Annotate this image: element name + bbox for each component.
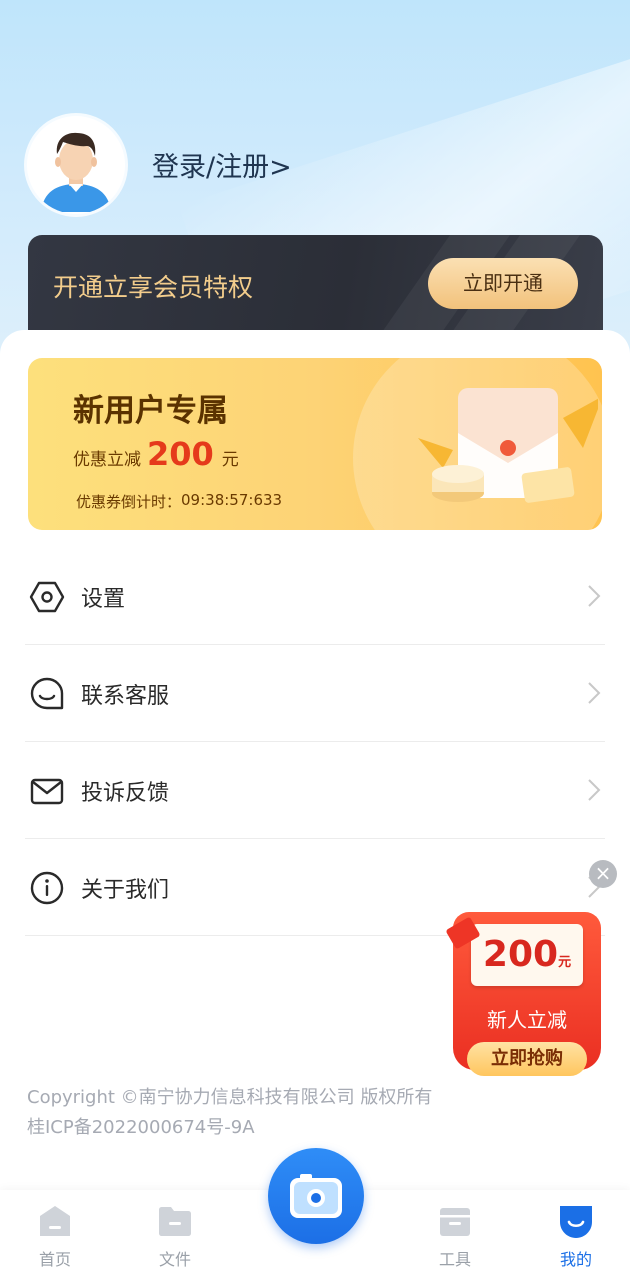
profile-icon xyxy=(560,1206,592,1238)
tab-tools[interactable]: 工具 xyxy=(415,1190,495,1280)
new-user-coupon-card[interactable]: 新用户专属 优惠立减 200 元 优惠券倒计时： 09:38:57:633 xyxy=(28,358,602,530)
coupon-sub-prefix: 优惠立减 xyxy=(73,450,141,470)
login-register-link[interactable]: 登录/注册> xyxy=(152,145,292,184)
copyright-text: Copyright ©南宁协力信息科技有限公司 版权所有 xyxy=(27,1087,433,1108)
coupon-title: 新用户专属 xyxy=(73,393,228,429)
camera-icon xyxy=(290,1174,342,1218)
chat-icon xyxy=(30,677,64,710)
menu-label-settings: 设置 xyxy=(81,587,126,612)
promo-buy-button[interactable]: 立即抢购 xyxy=(467,1042,587,1076)
countdown-value: 09:38:57:633 xyxy=(181,491,283,509)
countdown-label: 优惠券倒计时： xyxy=(76,493,182,511)
folder-icon xyxy=(159,1207,191,1236)
coupon-discount: 优惠立减 200 元 xyxy=(73,435,239,475)
chevron-right-icon xyxy=(588,779,601,801)
tab-home[interactable]: 首页 xyxy=(15,1190,95,1280)
camera-scan-button[interactable] xyxy=(268,1148,364,1244)
info-icon xyxy=(30,871,64,905)
promo-amount-unit: 元 xyxy=(558,955,572,970)
tab-label-files: 文件 xyxy=(158,1250,191,1269)
vip-banner[interactable]: 开通立享会员特权 立即开通 xyxy=(28,235,603,345)
promo-title: 新人立减 xyxy=(487,1008,567,1032)
menu-label-about: 关于我们 xyxy=(81,878,170,903)
menu-item-feedback[interactable]: 投诉反馈 xyxy=(25,742,605,839)
home-icon xyxy=(40,1206,70,1236)
promo-close-button[interactable]: × xyxy=(589,860,617,888)
menu-item-settings[interactable]: 设置 xyxy=(25,548,605,645)
coupon-amount: 200 xyxy=(147,435,214,473)
menu-label-customer-service: 联系客服 xyxy=(81,684,170,709)
icp-number[interactable]: 桂ICP备2022000674号-9A xyxy=(27,1113,432,1143)
promo-amount: 200元 xyxy=(483,934,571,975)
tab-profile[interactable]: 我的 xyxy=(536,1190,616,1280)
floating-promo: × 200元 新人立减 立即抢购 xyxy=(445,860,620,1080)
chevron-right-icon xyxy=(588,682,601,704)
chevron-right-icon xyxy=(588,585,601,607)
tab-files[interactable]: 文件 xyxy=(135,1190,215,1280)
tab-label-home: 首页 xyxy=(38,1250,71,1269)
toolbox-icon xyxy=(440,1208,470,1236)
menu-item-customer-service[interactable]: 联系客服 xyxy=(25,645,605,742)
settings-icon xyxy=(29,581,65,613)
tab-label-tools: 工具 xyxy=(438,1250,471,1269)
vip-promo-text: 开通立享会员特权 xyxy=(53,273,254,302)
vip-open-button[interactable]: 立即开通 xyxy=(428,258,578,309)
promo-amount-value: 200 xyxy=(482,934,559,975)
promo-amount-card: 200元 xyxy=(471,924,583,986)
avatar[interactable] xyxy=(27,116,125,214)
menu-label-feedback: 投诉反馈 xyxy=(81,781,170,806)
red-envelope-illustration xyxy=(418,388,598,503)
mail-icon xyxy=(30,778,64,805)
coupon-unit: 元 xyxy=(221,450,239,470)
copyright-footer: Copyright ©南宁协力信息科技有限公司 版权所有 桂ICP备202200… xyxy=(27,1083,432,1143)
avatar-illustration xyxy=(27,116,125,214)
coupon-countdown: 优惠券倒计时： 09:38:57:633 xyxy=(76,491,282,512)
tab-label-profile: 我的 xyxy=(559,1250,592,1269)
